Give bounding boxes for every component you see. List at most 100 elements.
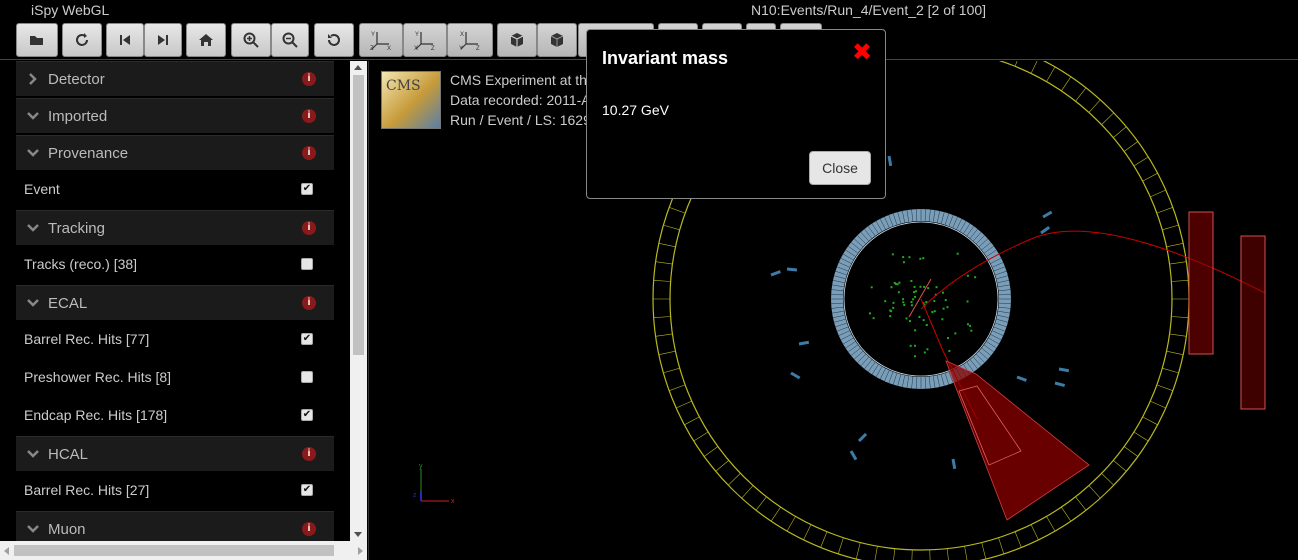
muon-chamber-hit (857, 432, 868, 443)
section-label: Imported (48, 108, 108, 125)
collection-item: Preshower Rec. Hits [8] (16, 359, 334, 395)
visibility-checkbox[interactable]: ✔ (301, 333, 313, 345)
muon-segment (669, 384, 686, 391)
muon-segment (1156, 207, 1173, 214)
info-icon[interactable]: i (302, 296, 316, 310)
perspective-button[interactable] (497, 23, 537, 57)
tracker-hit (902, 261, 905, 264)
muon-segment (728, 473, 741, 486)
scroll-up-arrow-icon[interactable] (354, 65, 362, 70)
scroll-down-arrow-icon[interactable] (354, 532, 362, 537)
tracker-hit (954, 332, 957, 335)
section-header-hcal[interactable]: HCAL i (16, 436, 334, 471)
muon-segment (663, 224, 680, 231)
visibility-checkbox[interactable] (301, 371, 313, 383)
muon-segment (663, 367, 680, 374)
visibility-checkbox[interactable] (301, 258, 313, 270)
info-icon[interactable]: i (302, 72, 316, 86)
muon-segment (1061, 76, 1072, 92)
muon-segment (653, 280, 671, 282)
collection-tree: Detector i Imported i Provenance i Event ✔ Track… (0, 61, 350, 541)
orthographic-button[interactable] (537, 23, 577, 57)
collection-label: Tracks (reco.) [38] (24, 256, 138, 272)
title-bar: iSpy WebGL N10:Events/Run_4/Event_2 [2 o… (0, 0, 1298, 20)
reset-view-button[interactable] (314, 23, 354, 57)
tracker-hit (935, 286, 938, 289)
muon-segment (1142, 172, 1158, 182)
visibility-checkbox[interactable]: ✔ (301, 484, 313, 496)
view-rz-button[interactable]: Y Z X (403, 23, 447, 57)
zoom-in-button[interactable] (231, 23, 271, 57)
section-header-detector[interactable]: Detector i (16, 61, 334, 96)
muon-segment (820, 531, 828, 548)
info-icon[interactable]: i (302, 522, 316, 536)
scrollbar-thumb[interactable] (14, 545, 334, 556)
collection-label: Endcap Rec. Hits [178] (24, 407, 168, 423)
scroll-right-arrow-icon[interactable] (358, 547, 363, 555)
muon-segment (1133, 431, 1149, 442)
muon-segment (803, 524, 812, 541)
visibility-checkbox[interactable]: ✔ (301, 409, 313, 421)
muon-segment (1030, 61, 1038, 74)
tracker-hit (941, 291, 944, 294)
muon-segment (874, 546, 878, 560)
section-header-imported[interactable]: Imported i (16, 98, 334, 133)
section-header-ecal[interactable]: ECAL i (16, 285, 334, 320)
close-button[interactable]: Close (809, 151, 871, 185)
view-rphi-button[interactable]: X Z Y (447, 23, 493, 57)
tracker-hit (913, 344, 916, 347)
svg-text:Y: Y (371, 32, 375, 38)
event-info-experiment: CMS Experiment at th (450, 72, 587, 88)
section-label: Detector (48, 71, 105, 88)
next-event-button[interactable] (144, 23, 182, 57)
hcal-endcap-tower (1188, 211, 1214, 355)
close-icon[interactable]: ✖ (852, 41, 874, 65)
chevron-down-icon (27, 299, 39, 307)
tracker-hit (902, 298, 905, 301)
tracker-hit (927, 287, 930, 290)
section-header-muon[interactable]: Muon i (16, 511, 334, 541)
sidebar-vertical-scrollbar[interactable] (350, 61, 367, 541)
tracker-hit (872, 317, 875, 320)
muon-segment (676, 400, 692, 409)
axes-gizmo: y x z (413, 463, 455, 505)
axis-y-label: y (419, 463, 423, 470)
folder-open-icon (30, 36, 43, 45)
section-header-provenance[interactable]: Provenance i (16, 135, 334, 170)
previous-event-button[interactable] (106, 23, 144, 57)
info-icon[interactable]: i (302, 447, 316, 461)
muon-segment (1075, 496, 1087, 511)
tracker-hit (923, 285, 926, 288)
visibility-checkbox[interactable]: ✔ (301, 183, 313, 195)
scrollbar-thumb[interactable] (353, 75, 364, 355)
open-file-button[interactable] (16, 23, 58, 57)
tracker-hit (956, 252, 959, 255)
info-icon[interactable]: i (302, 109, 316, 123)
event-title: N10:Events/Run_4/Event_2 [2 of 100] (751, 2, 987, 18)
reload-button[interactable] (62, 23, 102, 57)
muon-segment (929, 549, 931, 560)
home-view-button[interactable] (186, 23, 226, 57)
tracker-hit (933, 300, 936, 303)
muon-chamber-hit (1016, 375, 1027, 382)
view-xy-button[interactable]: Y X Z (359, 23, 403, 57)
muon-segment (1171, 316, 1189, 318)
muon-segment (1150, 189, 1166, 198)
tracker-hit (966, 300, 969, 303)
info-icon[interactable]: i (302, 221, 316, 235)
zoom-out-button[interactable] (271, 23, 309, 57)
muon-chamber-hit (1058, 367, 1070, 373)
svg-text:Z: Z (476, 46, 480, 52)
tracker-hit (908, 256, 911, 259)
info-icon[interactable]: i (302, 146, 316, 160)
tracker-hit (919, 257, 922, 260)
scroll-left-arrow-icon[interactable] (4, 547, 9, 555)
sidebar-horizontal-scrollbar[interactable] (0, 541, 367, 560)
chevron-down-icon (27, 224, 39, 232)
dialog-title: Invariant mass (602, 48, 729, 68)
muon-segment (669, 207, 686, 214)
tracker-hit (884, 300, 887, 303)
muon-segment (684, 416, 700, 426)
invariant-mass-dialog: Invariant mass ✖ 10.27 GeV Close (586, 29, 886, 199)
section-header-tracking[interactable]: Tracking i (16, 210, 334, 245)
